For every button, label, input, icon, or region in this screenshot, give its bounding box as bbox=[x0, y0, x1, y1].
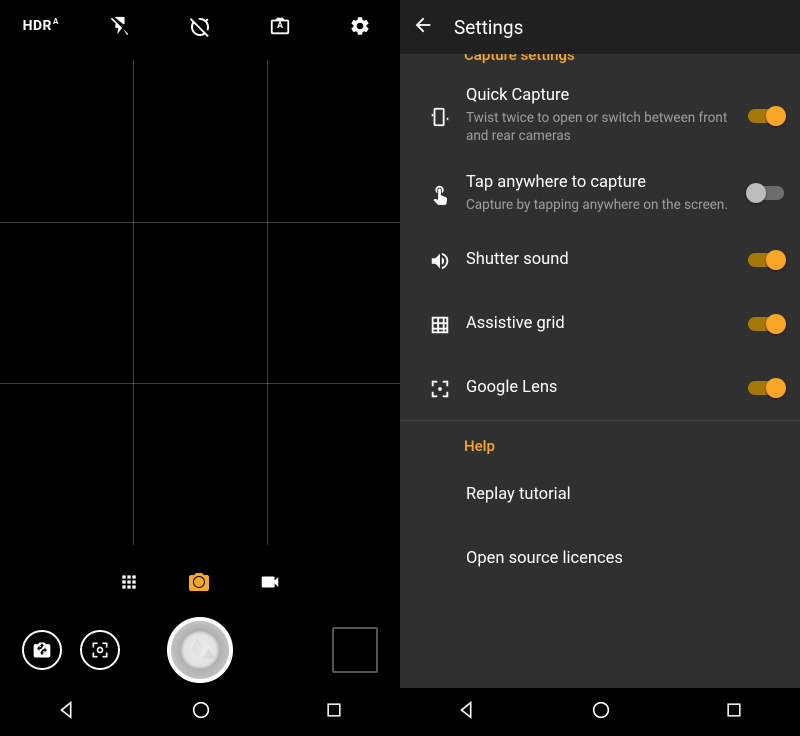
camera-icon bbox=[187, 570, 211, 594]
section-help: Help bbox=[400, 421, 800, 463]
nav-recent[interactable] bbox=[724, 700, 744, 724]
row-open-source-licences[interactable]: Open source licences bbox=[400, 527, 800, 591]
quick-capture-toggle[interactable] bbox=[748, 109, 784, 123]
hdr-button[interactable]: HDR A bbox=[16, 18, 64, 34]
flash-button[interactable] bbox=[96, 15, 144, 37]
shutter-aperture-icon bbox=[180, 630, 220, 670]
volume-icon bbox=[429, 250, 451, 272]
aspect-button[interactable]: A bbox=[256, 15, 304, 37]
row-shutter-sound[interactable]: Shutter sound bbox=[400, 228, 800, 292]
circle-home-icon bbox=[190, 699, 212, 721]
grid-line bbox=[267, 60, 268, 545]
shutter-button[interactable] bbox=[167, 617, 233, 683]
quick-capture-subtitle: Twist twice to open or switch between fr… bbox=[466, 109, 728, 145]
row-replay-tutorial[interactable]: Replay tutorial bbox=[400, 463, 800, 527]
lens-icon bbox=[90, 640, 110, 660]
mode-video[interactable] bbox=[259, 571, 281, 593]
row-google-lens[interactable]: Google Lens bbox=[400, 356, 800, 420]
grid-icon bbox=[119, 572, 139, 592]
hdr-auto-badge: A bbox=[53, 17, 58, 26]
gear-icon bbox=[349, 15, 371, 37]
google-lens-button[interactable] bbox=[80, 630, 120, 670]
video-icon bbox=[259, 571, 281, 593]
arrow-back-icon bbox=[412, 14, 434, 36]
mode-photo[interactable] bbox=[187, 570, 211, 594]
row-assistive-grid[interactable]: Assistive grid bbox=[400, 292, 800, 356]
grid-icon bbox=[429, 314, 451, 336]
tap-anywhere-toggle[interactable] bbox=[748, 186, 784, 200]
nav-back[interactable] bbox=[456, 699, 478, 725]
nav-home[interactable] bbox=[190, 699, 212, 725]
assistive-grid-toggle[interactable] bbox=[748, 317, 784, 331]
nav-home[interactable] bbox=[590, 699, 612, 725]
assistive-grid-title: Assistive grid bbox=[466, 314, 728, 335]
last-photo-thumbnail[interactable] bbox=[332, 627, 378, 673]
flash-off-icon bbox=[109, 15, 131, 37]
page-title: Settings bbox=[454, 16, 523, 39]
mode-gallery-grid[interactable] bbox=[119, 572, 139, 592]
timer-off-icon bbox=[188, 14, 212, 38]
circle-home-icon bbox=[590, 699, 612, 721]
twist-icon bbox=[429, 106, 451, 128]
section-capture-settings: Capture settings bbox=[400, 54, 800, 72]
touch-icon bbox=[429, 183, 451, 205]
row-quick-capture[interactable]: Quick Capture Twist twice to open or swi… bbox=[400, 72, 800, 159]
square-recent-icon bbox=[324, 700, 344, 720]
square-recent-icon bbox=[724, 700, 744, 720]
google-lens-title: Google Lens bbox=[466, 378, 728, 399]
hdr-label: HDR bbox=[23, 18, 52, 34]
replay-tutorial-title: Replay tutorial bbox=[466, 485, 774, 506]
grid-line bbox=[0, 383, 400, 384]
switch-camera-icon bbox=[32, 640, 52, 660]
triangle-back-icon bbox=[456, 699, 478, 721]
triangle-back-icon bbox=[56, 699, 78, 721]
shutter-sound-title: Shutter sound bbox=[466, 250, 728, 271]
grid-line bbox=[133, 60, 134, 545]
quick-capture-title: Quick Capture bbox=[466, 86, 728, 107]
aspect-auto-badge: A bbox=[277, 21, 283, 31]
camera-viewfinder[interactable] bbox=[0, 60, 400, 545]
grid-line bbox=[0, 222, 400, 223]
settings-button[interactable] bbox=[336, 15, 384, 37]
timer-button[interactable] bbox=[176, 14, 224, 38]
oss-licences-title: Open source licences bbox=[466, 549, 774, 570]
back-button[interactable] bbox=[412, 14, 434, 40]
row-tap-anywhere[interactable]: Tap anywhere to capture Capture by tappi… bbox=[400, 159, 800, 228]
google-lens-toggle[interactable] bbox=[748, 381, 784, 395]
nav-back[interactable] bbox=[56, 699, 78, 725]
tap-anywhere-subtitle: Capture by tapping anywhere on the scree… bbox=[466, 196, 728, 214]
tap-anywhere-title: Tap anywhere to capture bbox=[466, 173, 728, 194]
shutter-sound-toggle[interactable] bbox=[748, 253, 784, 267]
nav-recent[interactable] bbox=[324, 700, 344, 724]
lens-icon bbox=[429, 378, 451, 400]
switch-camera-button[interactable] bbox=[22, 630, 62, 670]
